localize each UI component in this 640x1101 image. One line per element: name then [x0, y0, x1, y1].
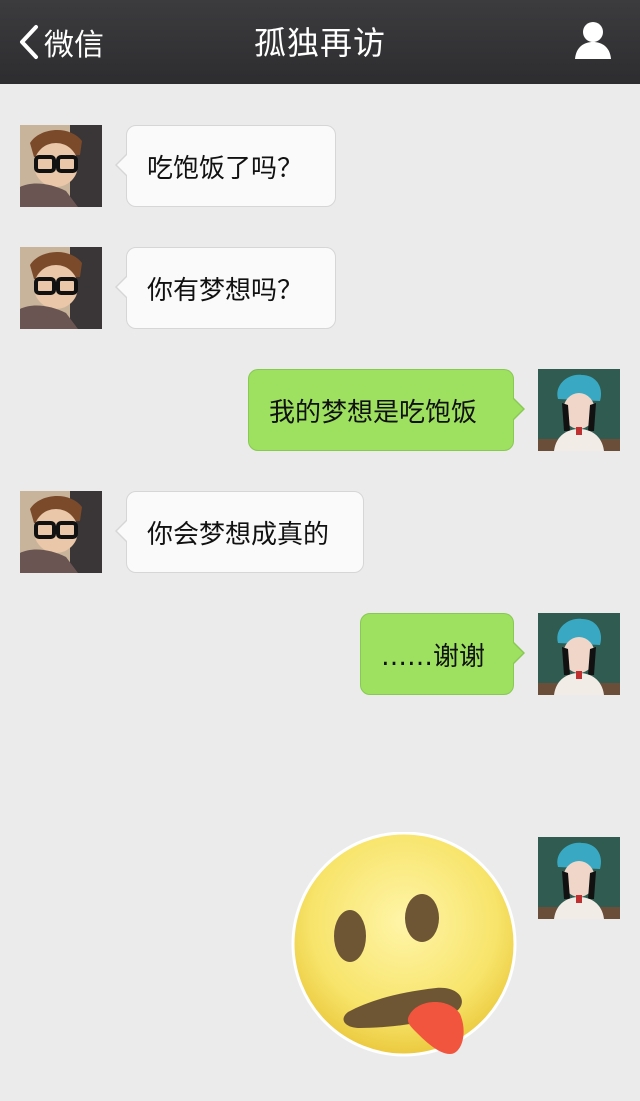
person-icon — [574, 22, 612, 64]
contact-avatar[interactable] — [20, 491, 102, 573]
message-bubble[interactable]: 你有梦想吗？ — [115, 247, 336, 329]
message-bubble[interactable]: 我的梦想是吃饱饭 — [248, 369, 525, 451]
my-avatar[interactable] — [538, 613, 620, 695]
message-bubble[interactable]: ……谢谢 — [360, 613, 525, 695]
my-avatar[interactable] — [538, 369, 620, 451]
chat-title: 孤独再访 — [253, 24, 386, 62]
my-avatar[interactable] — [538, 837, 620, 919]
message-bubble[interactable]: 你会梦想成真的 — [115, 491, 364, 573]
tongue-out-emoji-sticker[interactable] — [290, 831, 520, 1066]
contact-avatar[interactable] — [20, 125, 102, 207]
navbar: 微信 孤独再访 — [0, 0, 640, 84]
contact-avatar[interactable] — [20, 247, 102, 329]
message-bubble[interactable]: 吃饱饭了吗？ — [115, 125, 336, 207]
chat-info-button[interactable] — [574, 20, 612, 64]
